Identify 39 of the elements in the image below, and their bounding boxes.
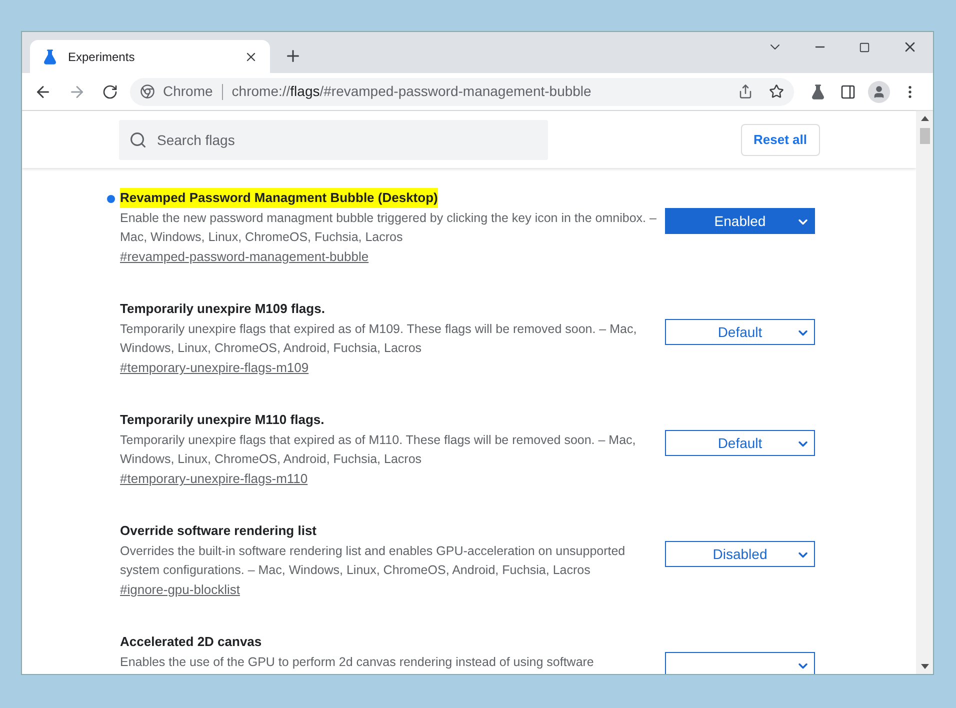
flag-description: Temporarily unexpire flags that expired as of M110. These flags will be removed soon. – Mac, Windows, Linux, ChromeOS, Android, Fuchsia, Lacros <box>120 432 637 468</box>
flag-link[interactable]: #temporary-unexpire-flags-m109 <box>120 358 309 378</box>
flag-dropdown[interactable]: Enabled <box>665 208 815 234</box>
site-label: Chrome <box>163 82 213 101</box>
flag-dropdown[interactable]: Default <box>665 319 815 345</box>
reload-icon[interactable] <box>102 84 118 100</box>
scrollbar[interactable] <box>916 111 933 674</box>
flask-icon[interactable] <box>810 84 826 100</box>
flag-title: Override software rendering list <box>120 522 317 540</box>
search-icon <box>129 130 147 148</box>
address-bar[interactable]: Chrome chrome://flags/#revamped-password-management-bubble <box>130 78 794 106</box>
flag-dropdown[interactable]: Default <box>665 430 815 456</box>
url-text: chrome://flags/#revamped-password-management-bubble <box>232 82 592 101</box>
scrollbar-thumb[interactable] <box>920 128 930 144</box>
flag-description: Temporarily unexpire flags that expired as of M109. These flags will be removed soon. – Mac, Windows, Linux, ChromeOS, Android, Fuchsia, Lacros <box>120 321 638 357</box>
flag-description: Enables the use of the GPU to perform 2d canvas rendering instead of using software <box>120 654 595 671</box>
browser-tab[interactable]: Experiments <box>30 40 270 73</box>
flag-link[interactable]: #ignore-gpu-blocklist <box>120 580 240 600</box>
search-field[interactable]: Search flags <box>119 120 548 160</box>
flag-dropdown[interactable]: Disabled <box>665 541 815 567</box>
share-icon[interactable] <box>738 84 753 99</box>
chrome-logo-icon <box>140 84 155 99</box>
bookmark-star-icon[interactable] <box>769 84 784 99</box>
flag-title: Temporarily unexpire M110 flags. <box>120 411 324 430</box>
side-panel-icon[interactable] <box>840 84 856 100</box>
profile-avatar[interactable] <box>868 80 890 102</box>
flask-icon <box>42 48 58 64</box>
flag-link[interactable]: #revamped-password-management-bubble <box>120 247 369 267</box>
flag-title: Temporarily unexpire M109 flags. <box>120 300 325 318</box>
reset-all-button[interactable]: Reset all <box>740 124 820 156</box>
tab-title: Experiments <box>68 48 136 66</box>
flag-description: Overrides the built-in software rendering list and enables GPU-acceleration on unsupported system configurations. – Mac, Windows, Linux, ChromeOS, Android, Fuchsia, Lacros <box>120 543 626 579</box>
flag-title: Accelerated 2D canvas <box>120 633 262 652</box>
new-tab-icon[interactable] <box>284 47 302 65</box>
maximize-icon[interactable] <box>859 42 870 52</box>
flag-description: Enable the new password managment bubble triggered by clicking the key icon in the omnibox. – Mac, Windows, Linux, ChromeOS, Fuchsia, Lacros <box>120 210 658 246</box>
flag-title: Revamped Password Managment Bubble (Desktop) <box>120 188 438 208</box>
flag-dropdown[interactable] <box>665 652 815 674</box>
flag-link[interactable]: #temporary-unexpire-flags-m110 <box>120 469 308 489</box>
